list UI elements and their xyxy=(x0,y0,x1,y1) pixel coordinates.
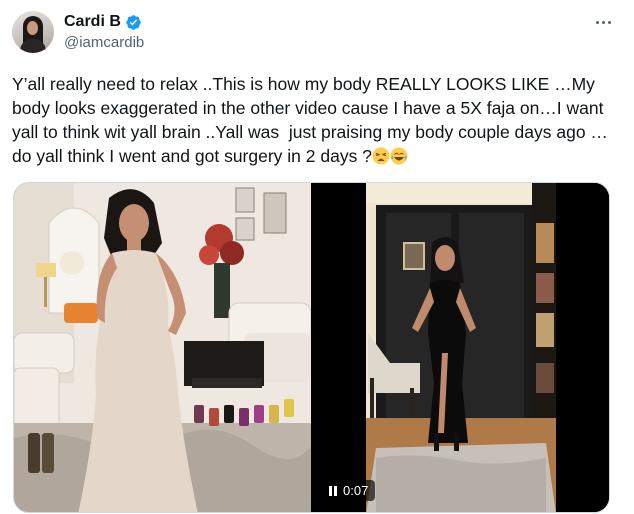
video-timestamp: 0:07 xyxy=(343,483,369,498)
user-handle[interactable]: @iamcardib xyxy=(64,34,144,51)
tired-face-emoji xyxy=(372,147,390,165)
tweet-body: Y’all really need to relax ..This is how… xyxy=(12,74,609,166)
more-options-icon[interactable] xyxy=(592,12,614,32)
tweet-header: Cardi B @iamcardib xyxy=(0,0,634,62)
display-name[interactable]: Cardi B xyxy=(64,13,121,31)
photo-beige-dress[interactable] xyxy=(14,183,311,512)
pause-icon[interactable] xyxy=(329,485,337,496)
tears-of-joy-emoji xyxy=(390,147,408,165)
author-name-row: Cardi B xyxy=(64,13,142,31)
media-grid[interactable] xyxy=(13,182,610,513)
video-black-dress[interactable] xyxy=(314,183,609,512)
avatar[interactable] xyxy=(12,11,54,53)
tweet-text: Y’all really need to relax ..This is how… xyxy=(12,72,618,168)
verified-badge-icon xyxy=(126,14,141,30)
photo-left-scene xyxy=(14,183,311,512)
photo-right-scene xyxy=(314,183,609,512)
video-time-badge[interactable]: 0:07 xyxy=(322,480,376,501)
